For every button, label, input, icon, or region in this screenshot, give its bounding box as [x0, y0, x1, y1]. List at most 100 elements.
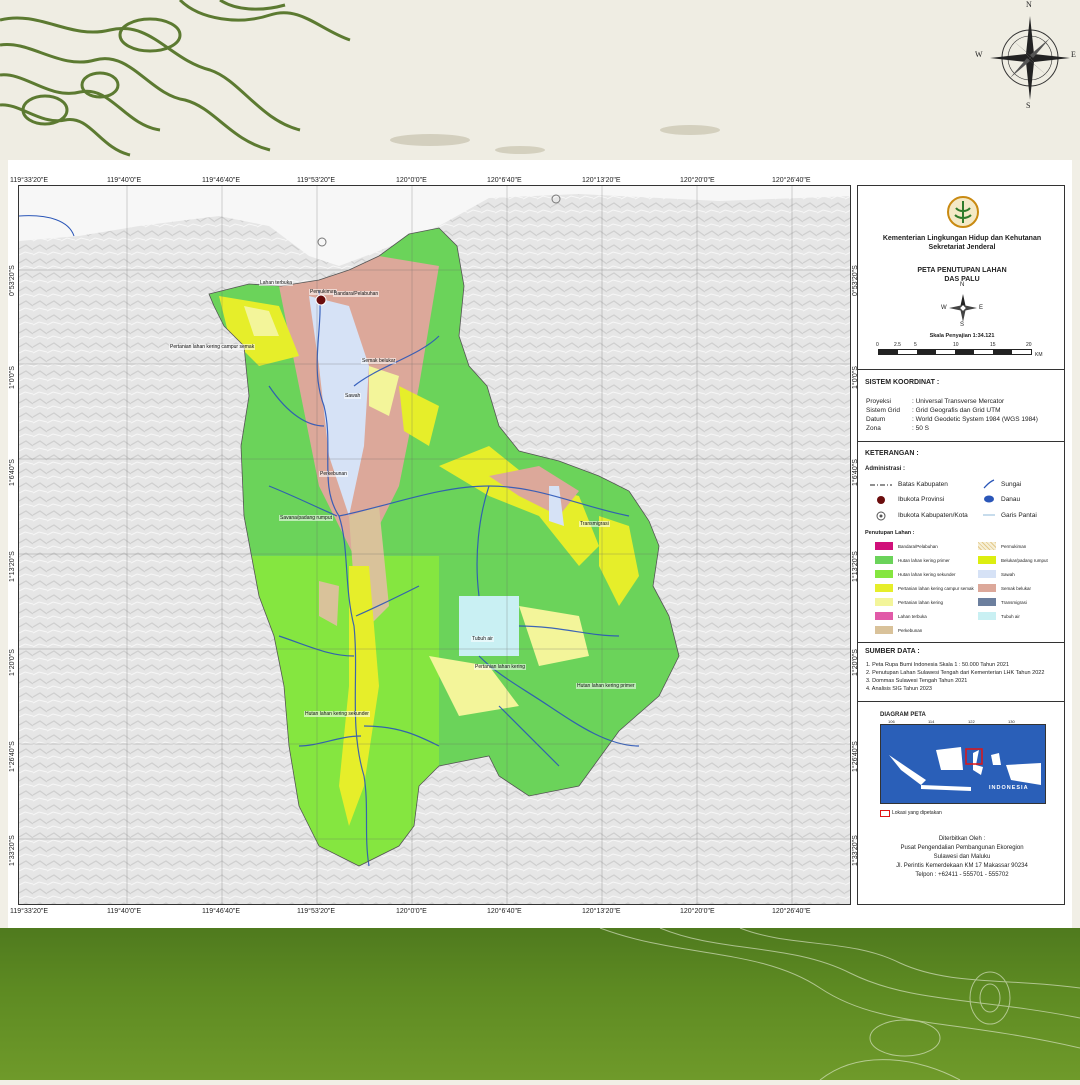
admin-ibukota-prov: Ibukota Provinsi	[898, 496, 945, 503]
east-label: E	[979, 305, 984, 311]
map-label-perkebunan: Perkebunan	[319, 471, 348, 477]
compass-rose-icon	[990, 16, 1070, 100]
landcover-label: Semak belukar	[1001, 586, 1032, 591]
swatch-hutan-primer	[875, 556, 893, 564]
scale-tick: 5	[914, 342, 917, 348]
bottom-decorative-band	[0, 927, 1080, 1081]
map-label-pertanian: Pertanian lahan kering	[474, 664, 527, 670]
location-key-icon	[880, 810, 890, 817]
provincial-capital-icon	[315, 294, 327, 306]
landcover-label: Pertanian lahan kering	[898, 600, 944, 605]
klhk-logo-icon	[947, 196, 979, 228]
source-item: 3. Dommas Sulawesi Tengah Tahun 2021	[866, 678, 968, 684]
lat-label-left: 1°26'40"S	[9, 741, 16, 772]
publisher-line: Sulawesi dan Maluku	[933, 854, 991, 860]
scale-tick: 15	[990, 342, 996, 348]
map-label-bandara: Bandara/Pelabuhan	[333, 291, 380, 297]
map-label-transmigrasi: Transmigrasi	[579, 521, 610, 527]
divider	[858, 369, 1064, 370]
swatch-sawah	[978, 570, 996, 578]
lon-label-bottom: 119°40'0"E	[107, 908, 142, 915]
regency-capital-icon	[876, 511, 886, 521]
landcover-heading: Penutupan Lahan :	[865, 530, 915, 536]
landcover-label: Belukar/padang rumput	[1001, 558, 1048, 563]
coord-row: Proyeksi: Universal Transverse Mercator	[866, 398, 1005, 405]
source-item: 2. Penutupan Lahan Sulawesi Tengah dari …	[866, 670, 1045, 676]
lon-label-bottom: 120°6'40"E	[487, 908, 522, 915]
river-icon	[983, 479, 995, 489]
lon-label-bottom: 120°0'0"E	[396, 908, 427, 915]
landcover-label: Bandara/Pelabuhan	[898, 544, 938, 549]
lon-label-top: 119°46'40"E	[202, 177, 241, 184]
map-label-hutan-primer: Hutan lahan kering primer	[576, 683, 636, 689]
lon-label-bottom: 120°26'40"E	[772, 908, 811, 915]
map-label-savana: Savana/padang rumput	[279, 515, 333, 521]
map-label-tubuh-air: Tubuh air	[471, 636, 494, 642]
location-key-label: Lokasi yang dipetakan	[892, 810, 942, 816]
top-decorative-band: N S E W	[0, 0, 1080, 160]
source-item: 4. Analisis SIG Tahun 2023	[866, 686, 932, 692]
map-label-sawah: Sawah	[344, 393, 362, 399]
coord-row: Sistem Grid: Grid Geografis dan Grid UTM	[866, 407, 1001, 414]
admin-danau: Danau	[1001, 496, 1021, 503]
coord-row: Zona: 50 S	[866, 425, 929, 432]
lon-label-top: 120°6'40"E	[487, 177, 522, 184]
lat-label-left: 1°20'0"S	[9, 649, 16, 676]
swatch-pertanian-campur	[875, 584, 893, 592]
landcover-label: Lahan terbuka	[898, 614, 927, 619]
swatch-perkebunan	[875, 626, 893, 634]
publisher-line: Diterbitkan Oleh :	[938, 836, 986, 842]
secretariat-name: Sekretariat Jenderal	[928, 244, 996, 251]
lat-label-left: 0°53'20"S	[9, 265, 16, 296]
publisher-line: Jl. Perintis Kemerdekaan KM 17 Makassar …	[896, 863, 1028, 869]
compass-west-label: W	[975, 50, 983, 59]
swatch-hutan-sekunder	[875, 570, 893, 578]
landcover-label: Permukiman	[1001, 544, 1027, 549]
south-label: S	[960, 322, 965, 328]
keterangan-heading: KETERANGAN :	[865, 450, 919, 457]
topographic-pattern-icon	[0, 0, 720, 157]
publisher-line: Pusat Pengendalian Pembangunan Ekoregion	[900, 845, 1024, 851]
compass-north-label: N	[1026, 0, 1032, 9]
landcover-label: Hutan lahan kering primer	[898, 558, 950, 563]
landcover-label: Tubuh air	[1001, 614, 1020, 619]
map-label-hutan-sekunder: Hutan lahan kering sekunder	[304, 711, 370, 717]
land-cover-map	[19, 186, 850, 904]
lat-label-left: 1°0'0"S	[9, 366, 16, 389]
admin-garis-pantai: Garis Pantai	[1001, 512, 1037, 519]
lon-label-bottom: 119°33'20"E	[10, 908, 49, 915]
boundary-line-icon	[870, 484, 892, 486]
swatch-transmigrasi	[978, 598, 996, 606]
diagram-heading: DIAGRAM PETA	[880, 712, 926, 718]
scale-tick: 10	[953, 342, 959, 348]
scale-unit: KM	[1035, 352, 1043, 358]
lon-label-top: 120°0'0"E	[396, 177, 427, 184]
lon-label-bottom: 120°13'20"E	[582, 908, 621, 915]
lake-icon	[984, 495, 994, 503]
coastline-icon	[983, 514, 995, 516]
legend-panel: Kementerian Lingkungan Hidup dan Kehutan…	[857, 185, 1065, 905]
inset-lon: 106	[888, 719, 895, 724]
lon-label-top: 119°33'20"E	[10, 177, 49, 184]
swatch-pertanian	[875, 598, 893, 606]
coord-heading: SISTEM KOORDINAT :	[865, 379, 940, 386]
scale-tick: 2.5	[894, 342, 901, 348]
inset-lon: 114	[928, 719, 935, 724]
compass-east-label: E	[1071, 50, 1076, 59]
source-item: 1. Peta Rupa Bumi Indonesia Skala 1 : 50…	[866, 662, 1010, 668]
swatch-lahan-terbuka	[875, 612, 893, 620]
map-label-semak: Semak belukar	[361, 358, 397, 364]
lat-label-left: 1°33'20"S	[9, 835, 16, 866]
compass-south-label: S	[1026, 101, 1031, 110]
main-map[interactable]: Lahan terbuka Pemukiman Bandara/Pelabuha…	[18, 185, 851, 905]
lon-label-bottom: 120°20'0"E	[680, 908, 715, 915]
divider	[858, 441, 1064, 442]
landcover-label: Pertanian lahan kering campur semak	[898, 586, 974, 591]
lon-label-top: 119°53'20"E	[297, 177, 336, 184]
divider	[858, 642, 1064, 643]
indonesia-outline-icon	[889, 747, 1041, 791]
landcover-label: Transmigrasi	[1001, 600, 1027, 605]
lat-label-left: 1°6'40"S	[9, 459, 16, 486]
map-label-pertanian-campur: Pertanian lahan kering campur semak	[169, 344, 256, 350]
scale-bar	[878, 349, 1032, 355]
